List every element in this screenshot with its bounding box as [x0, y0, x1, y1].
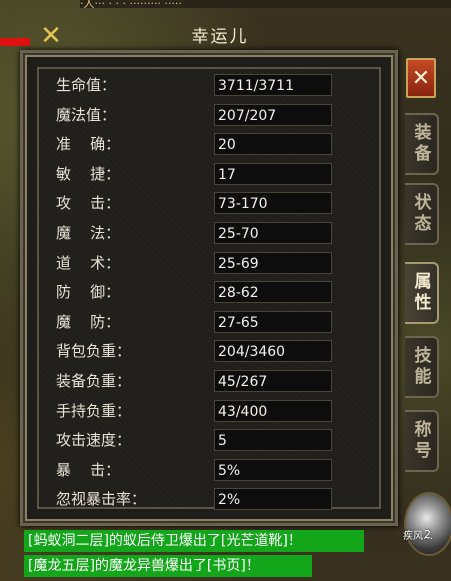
stat-row: 忽视暴击率： 2% [56, 488, 336, 511]
stat-row: 手持负重： 43/400 [56, 399, 336, 422]
stat-value: 207/207 [214, 103, 332, 126]
skill-count: 2 [424, 528, 431, 541]
tab-titles[interactable]: 称号 [405, 410, 439, 472]
stat-row: 攻 击： 73-170 [56, 192, 336, 215]
stat-value: 43/400 [214, 399, 332, 422]
stat-row: 背包负重： 204/3460 [56, 340, 336, 363]
stat-value: 20 [214, 133, 332, 156]
stat-value: 5% [214, 458, 332, 481]
stat-row: 暴 击： 5% [56, 458, 336, 481]
stat-value: 3711/3711 [214, 74, 332, 96]
top-broadcast-strip: ·人··· · · · ········· ····· [80, 0, 451, 8]
stat-value: 45/267 [214, 370, 332, 392]
stat-row: 敏 捷： 17 [56, 162, 336, 185]
stat-row: 道 术： 25-69 [56, 251, 336, 274]
stat-label: 防 御： [56, 283, 121, 302]
stat-label: 背包负重： [56, 342, 132, 361]
tab-attributes[interactable]: 属性 [405, 262, 439, 324]
tab-status[interactable]: 状态 [405, 183, 439, 245]
chat-message: [魔龙五层]的魔龙异兽爆出了[书页]！ [24, 555, 312, 577]
stat-row: 准 确： 20 [56, 133, 336, 156]
stat-label: 暴 击： [56, 460, 121, 479]
stat-label: 生命值： [56, 76, 117, 94]
stat-label: 魔 法： [56, 224, 121, 242]
stat-value: 25-70 [214, 222, 332, 244]
tab-skills[interactable]: 技能 [405, 336, 439, 398]
stat-label: 攻击速度： [56, 431, 132, 450]
stat-label: 准 确： [56, 135, 121, 154]
stat-value: 27-65 [214, 310, 332, 333]
stat-row: 生命值： 3711/3711 [56, 74, 336, 96]
stat-label: 魔 防： [56, 312, 121, 331]
stat-value: 204/3460 [214, 340, 332, 363]
stat-value: 5 [214, 429, 332, 452]
stat-label: 魔法值： [56, 105, 117, 124]
stat-row: 攻击速度： 5 [56, 429, 336, 452]
stat-label: 装备负重： [56, 372, 132, 390]
health-indicator-bar [0, 38, 30, 46]
stat-value: 73-170 [214, 192, 332, 215]
stat-label: 道 术： [56, 253, 121, 272]
stat-label: 忽视暴击率： [56, 490, 147, 509]
stat-value: 25-69 [214, 251, 332, 274]
corner-close-icon[interactable]: ✕ [38, 23, 64, 49]
stat-label: 攻 击： [56, 194, 121, 213]
stat-label: 手持负重： [56, 401, 132, 420]
panel-title: 幸运儿 [191, 27, 249, 47]
chat-message: [蚂蚁洞二层]的蚁后侍卫爆出了[光芒道靴]！ [24, 530, 364, 552]
stat-row: 魔 法： 25-70 [56, 222, 336, 244]
stat-row: 魔 防： 27-65 [56, 310, 336, 333]
close-button[interactable]: ✕ [406, 58, 436, 98]
stat-label: 敏 捷： [56, 164, 121, 183]
stat-row: 防 御： 28-62 [56, 281, 336, 304]
stat-value: 28-62 [214, 281, 332, 304]
stat-value: 2% [214, 488, 332, 511]
stat-row: 装备负重： 45/267 [56, 370, 336, 392]
stat-value: 17 [214, 162, 332, 185]
stat-row: 魔法值： 207/207 [56, 103, 336, 126]
skill-orb-icon[interactable] [404, 492, 451, 556]
tab-equipment[interactable]: 装备 [405, 113, 439, 175]
